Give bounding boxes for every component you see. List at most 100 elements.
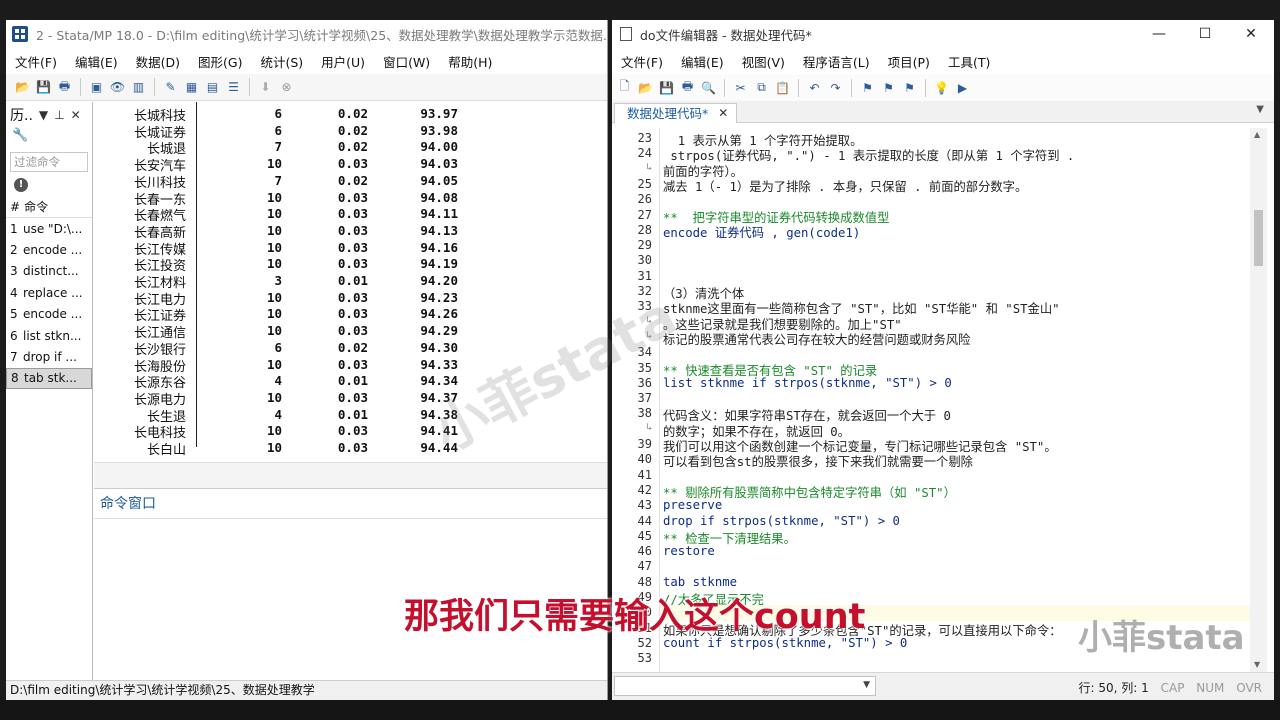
results-row: 长安汽车 10 0.03 94.03 (94, 156, 607, 174)
variables-manager-icon[interactable]: ☰ (225, 79, 242, 96)
history-item-command: replace ... (23, 285, 83, 300)
do-editor-icon[interactable]: ✎ (162, 79, 179, 96)
execute-icon[interactable]: ▶ (954, 79, 971, 96)
history-col-number: # (10, 199, 21, 214)
menu-file[interactable]: 文件(F) (6, 52, 66, 71)
wrench-icon[interactable]: 🔧 (6, 128, 92, 150)
results-percent-cell: 0.01 (337, 373, 368, 389)
new-file-icon[interactable]: 🗋 (616, 79, 633, 96)
bookmark-prev-icon[interactable]: ⚑ (901, 79, 918, 96)
bookmark-next-icon[interactable]: ⚑ (880, 79, 897, 96)
results-percent-cell: 0.03 (337, 389, 368, 405)
editor-vertical-scrollbar[interactable]: ▲ ▼ (1250, 128, 1267, 673)
results-percent-cell: 0.03 (337, 440, 368, 455)
function-selector-dropdown[interactable]: ▼ (614, 676, 876, 696)
scroll-up-icon[interactable]: ▲ (1254, 130, 1260, 139)
minimize-button[interactable]: — (1136, 20, 1182, 48)
more-icon[interactable]: ⬇ (257, 79, 274, 96)
copy-icon[interactable]: ⧉ (753, 79, 770, 96)
code-line: encode 证券代码 , gen(code1) (663, 225, 861, 240)
pin-icon[interactable]: ⊥ (54, 108, 64, 122)
close-icon[interactable]: ✕ (71, 108, 81, 122)
results-cum-cell: 94.16 (420, 239, 458, 255)
history-item[interactable]: 6 list stkn... (6, 325, 92, 346)
history-item[interactable]: 1 use "D:\... (6, 218, 92, 239)
results-cum-cell: 94.11 (420, 206, 458, 222)
history-item-selected[interactable]: 8 tab stk... (6, 367, 92, 390)
history-filter-input[interactable]: 过滤命令 (10, 152, 88, 172)
cut-icon[interactable]: ✂ (732, 79, 749, 96)
filter-icon[interactable]: ▼ (39, 108, 48, 122)
toolbar-divider (925, 78, 926, 97)
paste-icon[interactable]: 📋 (774, 79, 791, 96)
results-freq-cell: 10 (266, 323, 282, 339)
open-folder-icon[interactable]: 📂 (14, 79, 31, 96)
graph-icon[interactable]: ▥ (130, 79, 147, 96)
results-percent-cell: 0.03 (337, 206, 368, 222)
viewer-icon[interactable]: 👁 (109, 79, 126, 96)
history-item[interactable]: 5 encode ... (6, 304, 92, 325)
break-icon[interactable]: ⊗ (278, 79, 295, 96)
line-number: 43 (637, 498, 652, 513)
stata-menubar: 文件(F) 编辑(E) 数据(D) 图形(G) 统计(S) 用户(U) 窗口(W… (6, 48, 607, 74)
code-line: 代码含义：如果字符串ST存在，就会返回一个大于 0 (663, 409, 951, 424)
results-cum-cell: 94.08 (420, 189, 458, 205)
bookmark-toggle-icon[interactable]: ⚑ (859, 79, 876, 96)
editor-menu-view[interactable]: 视图(V) (733, 52, 794, 71)
history-item[interactable]: 4 replace ... (6, 282, 92, 303)
open-folder-icon[interactable]: 📂 (637, 79, 654, 96)
scroll-down-icon[interactable]: ▼ (1254, 660, 1260, 669)
line-number: 41 (637, 467, 652, 482)
undo-icon[interactable]: ↶ (806, 79, 823, 96)
line-number: 25 (637, 176, 652, 191)
tab-do-file[interactable]: 数据处理代码* ✕ (614, 103, 738, 123)
menu-graphics[interactable]: 图形(G) (189, 52, 251, 71)
log-icon[interactable]: ▣ (88, 79, 105, 96)
history-col-command[interactable]: 命令 (24, 198, 48, 215)
tab-list-dropdown-icon[interactable]: ▼ (1256, 104, 1264, 115)
video-subtitle: 那我们只需要输入这个count (404, 597, 866, 637)
maximize-button[interactable]: ☐ (1182, 20, 1228, 48)
results-freq-cell: 10 (266, 356, 282, 372)
data-browser-icon[interactable]: ▤ (204, 79, 221, 96)
menu-window[interactable]: 窗口(W) (374, 52, 439, 71)
history-item[interactable]: 2 encode ... (6, 239, 92, 260)
line-number: 44 (637, 513, 652, 528)
toolbar-divider (798, 78, 799, 97)
menu-user[interactable]: 用户(U) (312, 52, 374, 71)
window-controls: — ☐ ✕ (1136, 20, 1274, 48)
find-icon[interactable]: 🔍 (700, 79, 717, 96)
data-editor-icon[interactable]: ▦ (183, 79, 200, 96)
save-icon[interactable]: 💾 (658, 79, 675, 96)
show-hide-icon[interactable]: 💡 (933, 79, 950, 96)
redo-icon[interactable]: ↷ (827, 79, 844, 96)
print-icon[interactable]: 🖶 (679, 79, 696, 96)
wrap-indicator-icon: ↳ (645, 421, 652, 433)
history-item[interactable]: 3 distinct... (6, 261, 92, 282)
results-percent-cell: 0.02 (337, 106, 368, 121)
scrollbar-thumb[interactable] (1254, 210, 1263, 266)
history-item[interactable]: 7 drop if ... (6, 346, 92, 367)
line-number: 30 (637, 253, 652, 268)
editor-menu-language[interactable]: 程序语言(L) (794, 52, 879, 71)
editor-menu-file[interactable]: 文件(F) (612, 52, 672, 71)
history-item-number: 6 (10, 328, 18, 343)
menu-data[interactable]: 数据(D) (127, 52, 189, 71)
stata-status-bar: D:\film editing\统计学习\统计学视频\25、数据处理教学 (6, 680, 607, 700)
close-button[interactable]: ✕ (1228, 20, 1274, 48)
results-percent-cell: 0.03 (337, 306, 368, 322)
editor-menu-edit[interactable]: 编辑(E) (672, 52, 733, 71)
save-icon[interactable]: 💾 (35, 79, 52, 96)
results-horizontal-scrollbar[interactable] (94, 462, 607, 488)
code-line: ** 把字符串型的证券代码转换成数值型 (663, 210, 890, 225)
print-icon[interactable]: 🖶 (56, 79, 73, 96)
menu-edit[interactable]: 编辑(E) (66, 52, 127, 71)
menu-help[interactable]: 帮助(H) (439, 52, 501, 71)
history-item-command: encode ... (23, 243, 83, 258)
line-number: 27 (637, 207, 652, 222)
editor-menu-tools[interactable]: 工具(T) (939, 52, 999, 71)
menu-statistics[interactable]: 统计(S) (251, 52, 312, 71)
editor-menu-project[interactable]: 项目(P) (879, 52, 939, 71)
stata-app-icon (12, 26, 28, 42)
close-tab-icon[interactable]: ✕ (718, 104, 728, 123)
